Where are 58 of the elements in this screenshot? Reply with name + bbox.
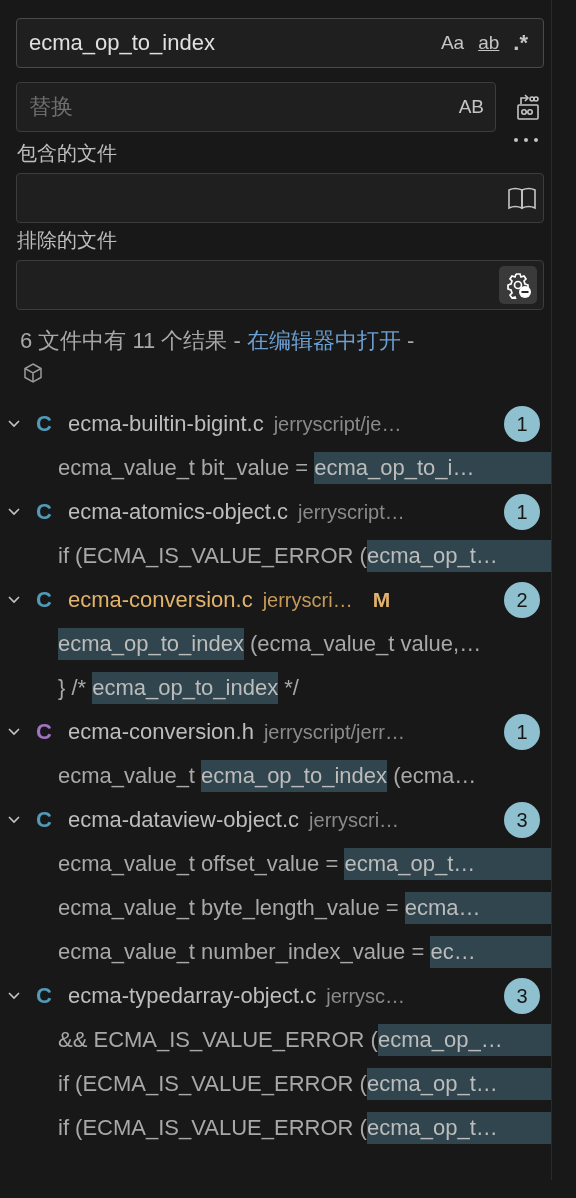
match-line[interactable]: } /* ecma_op_to_index */	[6, 666, 551, 710]
whole-word-toggle[interactable]: ab	[473, 27, 505, 59]
more-icon[interactable]	[512, 136, 540, 144]
match-line[interactable]: ecma_value_t bit_value = ecma_op_to_i…	[6, 446, 551, 490]
match-line[interactable]: if (ECMA_IS_VALUE_ERROR (ecma_op_t…	[6, 1062, 551, 1106]
exclude-label: 排除的文件	[17, 228, 118, 253]
replace-field[interactable]: 替换 AB	[16, 82, 496, 132]
match-count-badge: 2	[504, 582, 540, 618]
search-field[interactable]: ecma_op_to_index Aa ab .*	[16, 18, 544, 68]
file-path: jerryscript/je…	[273, 412, 402, 436]
match-case-toggle[interactable]: Aa	[435, 27, 470, 59]
regex-toggle[interactable]: .*	[508, 27, 533, 59]
include-field[interactable]	[16, 173, 544, 223]
file-type-icon: C	[36, 719, 68, 745]
preserve-case-toggle[interactable]: AB	[453, 93, 489, 121]
match-count-badge: 3	[504, 978, 540, 1014]
file-path: jerryscri…	[309, 808, 400, 832]
match-line[interactable]: ecma_value_t ecma_op_to_index (ecma…	[6, 754, 551, 798]
file-result-row[interactable]: C ecma-dataview-object.c jerryscri… 3	[6, 798, 551, 842]
modified-marker: M	[372, 588, 391, 612]
file-name: ecma-atomics-object.c	[68, 499, 289, 525]
file-type-icon: C	[36, 807, 68, 833]
match-line[interactable]: if (ECMA_IS_VALUE_ERROR (ecma_op_t…	[6, 534, 551, 578]
book-icon[interactable]	[507, 185, 537, 211]
match-line[interactable]: ecma_value_t number_index_value = ec…	[6, 930, 551, 974]
match-line[interactable]: if (ECMA_IS_VALUE_ERROR (ecma_op_t…	[6, 1106, 551, 1150]
match-line[interactable]: && ECMA_IS_VALUE_ERROR (ecma_op_…	[6, 1018, 551, 1062]
file-name: ecma-builtin-bigint.c	[68, 411, 264, 437]
file-type-icon: C	[36, 983, 68, 1009]
results-summary: 6 文件中有 11 个结果 - 在编辑器中打开 -	[20, 327, 416, 355]
file-type-icon: C	[36, 587, 68, 613]
file-path: jerryscript…	[298, 500, 405, 524]
file-result-row[interactable]: C ecma-conversion.h jerryscript/jerr… 1	[6, 710, 551, 754]
match-line[interactable]: ecma_value_t offset_value = ecma_op_t…	[6, 842, 551, 886]
file-path: jerryscript/jerr…	[263, 720, 405, 744]
exclude-field[interactable]	[16, 260, 544, 310]
match-count-badge: 3	[504, 802, 540, 838]
match-line[interactable]: ecma_value_t byte_length_value = ecma…	[6, 886, 551, 930]
file-type-icon: C	[36, 499, 68, 525]
settings-button[interactable]	[499, 266, 537, 304]
open-in-editor-link[interactable]: 在编辑器中打开	[246, 328, 401, 353]
match-count-badge: 1	[504, 406, 540, 442]
file-result-row[interactable]: C ecma-builtin-bigint.c jerryscript/je… 1	[6, 402, 551, 446]
file-name: ecma-dataview-object.c	[68, 807, 300, 833]
file-name: ecma-typedarray-object.c	[68, 983, 317, 1009]
file-type-icon: C	[36, 411, 68, 437]
file-name: ecma-conversion.h	[68, 719, 254, 745]
file-path: jerrysc…	[326, 984, 406, 1008]
match-count-badge: 1	[504, 714, 540, 750]
include-label: 包含的文件	[17, 141, 118, 166]
file-path: jerryscri…	[262, 588, 353, 612]
file-result-row[interactable]: C ecma-atomics-object.c jerryscript… 1	[6, 490, 551, 534]
match-line[interactable]: ecma_op_to_index (ecma_value_t value,…	[6, 622, 551, 666]
file-result-row[interactable]: C ecma-conversion.c jerryscri… M 2	[6, 578, 551, 622]
cube-icon[interactable]	[22, 362, 44, 384]
match-count-badge: 1	[504, 494, 540, 530]
file-name: ecma-conversion.c	[68, 587, 253, 613]
file-result-row[interactable]: C ecma-typedarray-object.c jerrysc… 3	[6, 974, 551, 1018]
